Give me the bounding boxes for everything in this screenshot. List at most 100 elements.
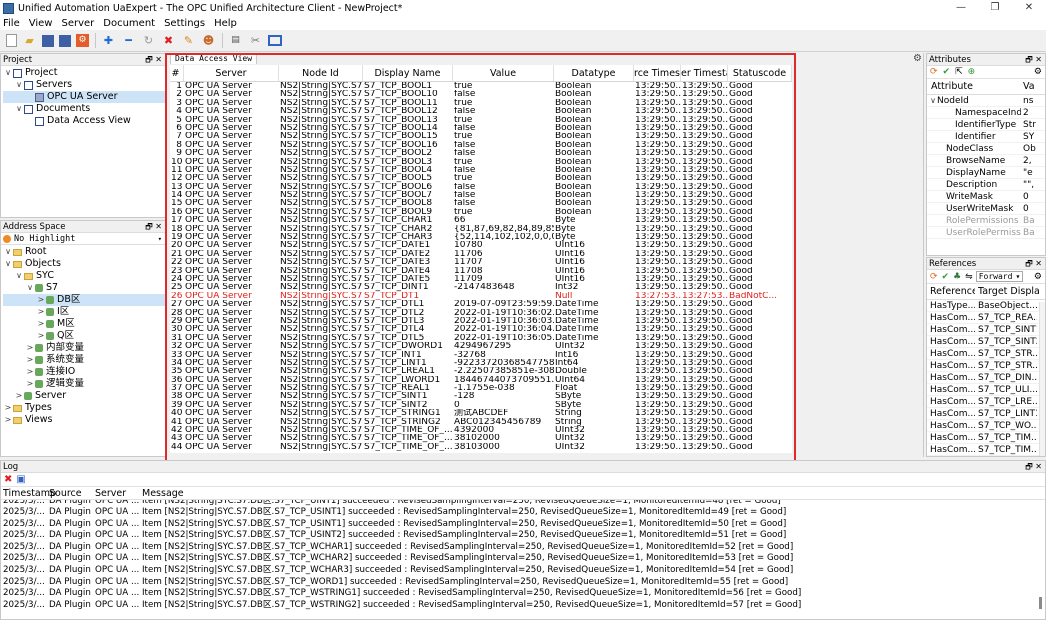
panel-float-close-icon[interactable]: 🗗 ✕ [1025, 258, 1042, 269]
grid-column-header[interactable]: Value [453, 65, 554, 81]
expand-toggle-icon[interactable]: > [36, 306, 46, 318]
reference-row[interactable]: HasCom... S7_TCP_LRE... [927, 396, 1045, 408]
remove-server-icon[interactable]: ━ [121, 33, 136, 48]
reference-row[interactable]: HasType... BaseObject... [927, 300, 1045, 312]
grid-column-header[interactable]: Server [184, 65, 279, 81]
expand-toggle-icon[interactable]: > [3, 414, 13, 426]
table-row[interactable]: 23 OPC UA Server NS2|String|SYC.S7... S7_TC… [170, 267, 792, 275]
table-row[interactable]: 3 OPC UA Server NS2|String|SYC.S7... S7_TCP… [170, 99, 792, 107]
menu-settings[interactable]: Settings [164, 18, 205, 29]
table-row[interactable]: 19 OPC UA Server NS2|String|SYC.S7... S7_TC… [170, 233, 792, 241]
expand-toggle-icon[interactable]: ∨ [14, 79, 24, 91]
table-row[interactable]: 43 OPC UA Server NS2|String|SYC.S7... S7_TC… [170, 434, 792, 442]
attribute-row[interactable]: RolePermissions Ba [927, 215, 1045, 227]
table-row[interactable]: 20 OPC UA Server NS2|String|SYC.S7... S7_TC… [170, 241, 792, 249]
wrench-icon[interactable]: ✎ [181, 33, 196, 48]
table-row[interactable]: 41 OPC UA Server NS2|String|SYC.S7... S7_TC… [170, 418, 792, 426]
log-row[interactable]: 2025/3/... DA Plugin OPC UA ... Item [NS2|S… [1, 519, 1045, 531]
log-row[interactable]: 2025/3/... DA Plugin OPC UA ... Item [NS2|S… [1, 577, 1045, 589]
attribute-row[interactable]: NodeClass Ob [927, 143, 1045, 155]
expand-toggle-icon[interactable]: ∨ [14, 103, 24, 115]
direction-select[interactable]: Forward ▾ [975, 271, 1024, 282]
table-row[interactable]: 44 OPC UA Server NS2|String|SYC.S7... S7_TC… [170, 443, 792, 451]
expand-toggle-icon[interactable]: ∨ [3, 67, 13, 79]
copy-icon[interactable]: ▤ [228, 33, 243, 48]
refresh-icon[interactable]: ⟳ [930, 67, 938, 77]
reference-row[interactable]: HasCom... S7_TCP_SINT2 [927, 336, 1045, 348]
expand-toggle-icon[interactable]: ∨ [3, 258, 13, 270]
table-row[interactable]: 16 OPC UA Server NS2|String|SYC.S7... S7_TC… [170, 208, 792, 216]
table-row[interactable]: 2 OPC UA Server NS2|String|SYC.S7... S7_TCP… [170, 90, 792, 98]
log-row[interactable]: 2025/3/... DA Plugin OPC UA ... Item [NS2|S… [1, 565, 1045, 577]
reference-row[interactable]: HasCom... S7_TCP_STR... [927, 360, 1045, 372]
table-row[interactable]: 22 OPC UA Server NS2|String|SYC.S7... S7_TC… [170, 258, 792, 266]
table-row[interactable]: 37 OPC UA Server NS2|String|SYC.S7... S7_TC… [170, 384, 792, 392]
log-row[interactable]: 2025/3/... DA Plugin OPC UA ... Item [NS2|S… [1, 553, 1045, 565]
table-row[interactable]: 38 OPC UA Server NS2|String|SYC.S7... S7_TC… [170, 392, 792, 400]
tree-item[interactable]: ∨ Root [3, 246, 165, 258]
table-row[interactable]: 39 OPC UA Server NS2|String|SYC.S7... S7_TC… [170, 401, 792, 409]
save-icon[interactable] [42, 34, 54, 47]
table-row[interactable]: 36 OPC UA Server NS2|String|SYC.S7... S7_TC… [170, 376, 792, 384]
table-row[interactable]: 30 OPC UA Server NS2|String|SYC.S7... S7_TC… [170, 325, 792, 333]
log-row[interactable]: 2025/3/... DA Plugin OPC UA ... Item [NS2|S… [1, 530, 1045, 542]
attribute-row[interactable]: WriteMask 0 [927, 191, 1045, 203]
attribute-row[interactable]: NamespaceIndex2 [927, 107, 1045, 119]
open-icon[interactable]: ▰ [22, 33, 37, 48]
check-icon[interactable]: ✔ [942, 272, 950, 282]
tree-item[interactable]: > M区 [3, 318, 165, 330]
table-row[interactable]: 13 OPC UA Server NS2|String|SYC.S7... S7_TC… [170, 183, 792, 191]
grid-column-header[interactable]: # [170, 65, 184, 81]
table-row[interactable]: 27 OPC UA Server NS2|String|SYC.S7... S7_TC… [170, 300, 792, 308]
expand-toggle-icon[interactable]: > [25, 342, 35, 354]
settings-gear-icon[interactable]: ⚙ [1034, 67, 1042, 77]
expand-toggle-icon[interactable]: > [25, 366, 35, 378]
table-row[interactable]: 14 OPC UA Server NS2|String|SYC.S7... S7_TC… [170, 191, 792, 199]
table-row[interactable]: 34 OPC UA Server NS2|String|SYC.S7... S7_TC… [170, 359, 792, 367]
log-scrollbar-thumb[interactable] [1039, 597, 1042, 609]
log-row[interactable]: 2025/3/... DA Plugin OPC UA ... Item [NS2|S… [1, 600, 1045, 612]
table-row[interactable]: 11 OPC UA Server NS2|String|SYC.S7... S7_TC… [170, 166, 792, 174]
attribute-row[interactable]: IdentifierType Str [927, 119, 1045, 131]
table-row[interactable]: 4 OPC UA Server NS2|String|SYC.S7... S7_TCP… [170, 107, 792, 115]
grid-column-header[interactable]: rce Timesta [634, 65, 681, 81]
table-row[interactable]: 15 OPC UA Server NS2|String|SYC.S7... S7_TC… [170, 199, 792, 207]
tree-item[interactable]: > Q区 [3, 330, 165, 342]
menu-help[interactable]: Help [214, 18, 237, 29]
table-row[interactable]: 1 OPC UA Server NS2|String|SYC.S7... S7_TCP… [170, 82, 792, 90]
save-log-icon[interactable]: ▣ [16, 474, 25, 485]
tree-icon[interactable]: ♣ [953, 272, 961, 282]
refresh-icon[interactable]: ↻ [141, 33, 156, 48]
settings-gear-icon[interactable]: ⚙ [1034, 272, 1042, 282]
log-row[interactable]: 2025/3/... DA Plugin OPC UA ... Item [NS2|S… [1, 588, 1045, 600]
user-icon[interactable]: ☻ [201, 33, 216, 48]
tree-item[interactable]: > DB区 [3, 294, 165, 306]
panel-float-close-icon[interactable]: 🗗 ✕ [1025, 54, 1042, 65]
panel-float-close-icon[interactable]: 🗗 ✕ [145, 221, 162, 232]
expand-toggle-icon[interactable]: > [36, 294, 46, 306]
tree-item[interactable]: > 逻辑变量 [3, 378, 165, 390]
tree-item[interactable]: > 系统变量 [3, 354, 165, 366]
reference-row[interactable]: HasCom... S7_TCP_ULI... [927, 384, 1045, 396]
tree-item[interactable]: > Server [3, 390, 165, 402]
expand-toggle-icon[interactable]: ∨ [14, 270, 24, 282]
clear-log-icon[interactable]: ✖ [4, 474, 12, 485]
log-row[interactable]: 2025/3/... DA Plugin OPC UA ... Item [NS2|S… [1, 500, 1045, 507]
menu-document[interactable]: Document [103, 18, 155, 29]
expand-toggle-icon[interactable]: > [25, 354, 35, 366]
reference-row[interactable]: HasCom... S7_TCP_REA... [927, 312, 1045, 324]
table-row[interactable]: 31 OPC UA Server NS2|String|SYC.S7... S7_TC… [170, 334, 792, 342]
grid-column-header[interactable]: Datatype [554, 65, 634, 81]
settings-gear-icon[interactable]: ⚙ [913, 53, 922, 64]
window-icon[interactable] [268, 35, 282, 46]
grid-column-header[interactable]: Node Id [279, 65, 363, 81]
attribute-row[interactable]: Identifier SY [927, 131, 1045, 143]
reference-row[interactable]: HasCom... S7_TCP_WO... [927, 420, 1045, 432]
expand-toggle-icon[interactable]: > [36, 330, 46, 342]
add-server-icon[interactable]: ✚ [101, 33, 116, 48]
references-scrollbar[interactable] [1039, 302, 1045, 456]
attribute-row[interactable]: UserRolePermissionsBa [927, 227, 1045, 239]
tree-item[interactable]: ∨ Documents [3, 103, 165, 115]
reference-row[interactable]: HasCom... S7_TCP_DIN... [927, 372, 1045, 384]
table-row[interactable]: 25 OPC UA Server NS2|String|SYC.S7... S7_TC… [170, 283, 792, 291]
